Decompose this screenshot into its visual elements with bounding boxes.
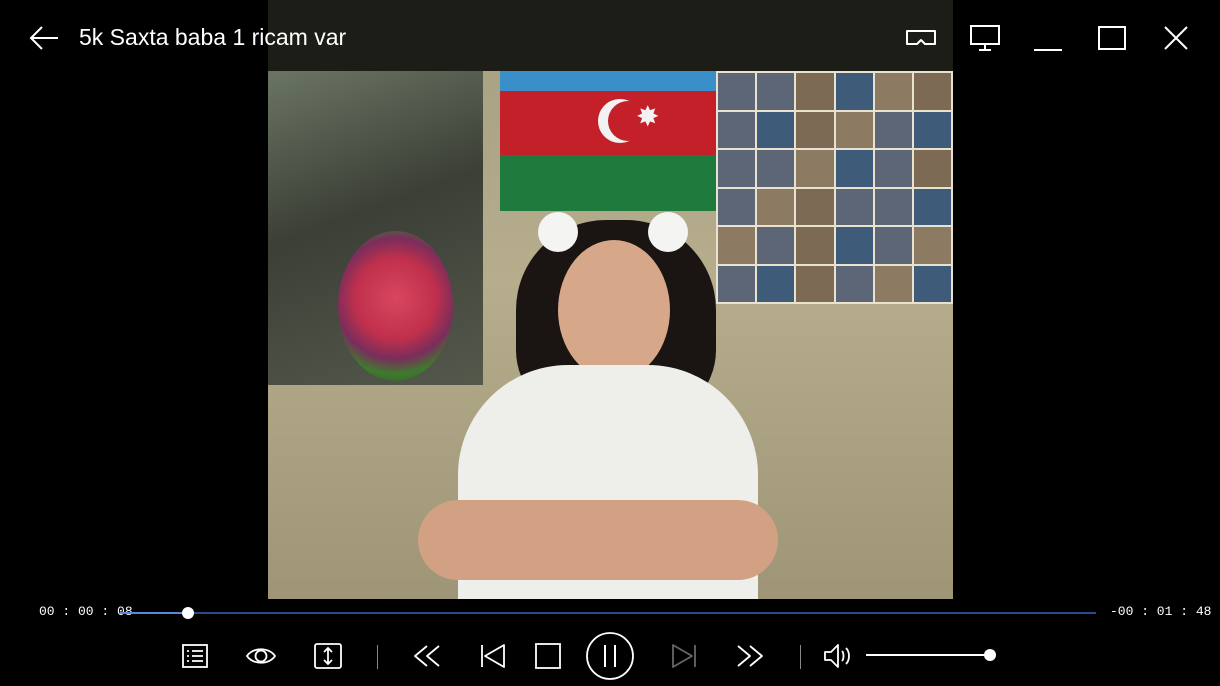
previous-icon (481, 644, 505, 668)
eye-icon (245, 648, 277, 664)
volume-handle[interactable] (984, 649, 996, 661)
portrait-collage (716, 71, 953, 304)
elapsed-time: 00 : 00 : 08 (39, 604, 133, 619)
girl-face (558, 240, 670, 380)
resize-icon (314, 643, 342, 669)
mute-button[interactable] (818, 636, 858, 676)
vr-mode-button[interactable] (901, 18, 941, 58)
rewind-button[interactable] (407, 636, 447, 676)
vr-headset-icon (906, 30, 936, 45)
monitor-icon (970, 25, 1000, 51)
divider (377, 645, 378, 669)
seek-progress (120, 612, 189, 614)
volume-slider[interactable] (866, 649, 996, 661)
hair-bow (538, 212, 578, 252)
playlist-button[interactable] (175, 636, 215, 676)
close-icon (1164, 26, 1188, 50)
pause-button[interactable] (585, 631, 635, 681)
close-button[interactable] (1156, 18, 1196, 58)
fast-forward-button[interactable] (730, 636, 770, 676)
hair-bow (648, 212, 688, 252)
azerbaijan-flag: ✸ (500, 71, 716, 211)
next-button[interactable] (664, 636, 704, 676)
maximize-button[interactable] (1092, 18, 1132, 58)
seek-bar: 00 : 00 : 08 -00 : 01 : 48 (0, 600, 1220, 626)
flower-wreath (338, 231, 453, 381)
volume-level (866, 654, 990, 656)
pause-icon (586, 632, 634, 680)
view-button[interactable] (241, 636, 281, 676)
maximize-icon (1098, 26, 1126, 50)
cast-button[interactable] (965, 18, 1005, 58)
next-icon (672, 644, 696, 668)
speaker-icon (824, 644, 850, 668)
stop-button[interactable] (528, 636, 568, 676)
previous-button[interactable] (473, 636, 513, 676)
back-button[interactable] (26, 20, 62, 56)
remaining-time: -00 : 01 : 48 (1110, 604, 1212, 619)
aspect-ratio-button[interactable] (308, 636, 348, 676)
title-bar: 5k Saxta baba 1 ricam var (0, 0, 1220, 72)
rewind-icon (414, 645, 440, 667)
fast-forward-icon (737, 645, 763, 667)
divider (800, 645, 801, 669)
memorial-photo (268, 71, 483, 385)
playlist-icon (182, 644, 208, 668)
minimize-icon (1034, 49, 1062, 51)
video-title: 5k Saxta baba 1 ricam var (79, 24, 347, 50)
girl-crossed-arms (418, 500, 778, 580)
seek-track[interactable] (120, 607, 1096, 619)
back-arrow-icon (29, 26, 58, 50)
minimize-button[interactable] (1028, 18, 1068, 58)
playback-controls (0, 628, 1220, 686)
seek-handle[interactable] (182, 607, 195, 619)
video-frame[interactable]: ✸ (268, 0, 953, 599)
stop-icon (535, 643, 561, 669)
